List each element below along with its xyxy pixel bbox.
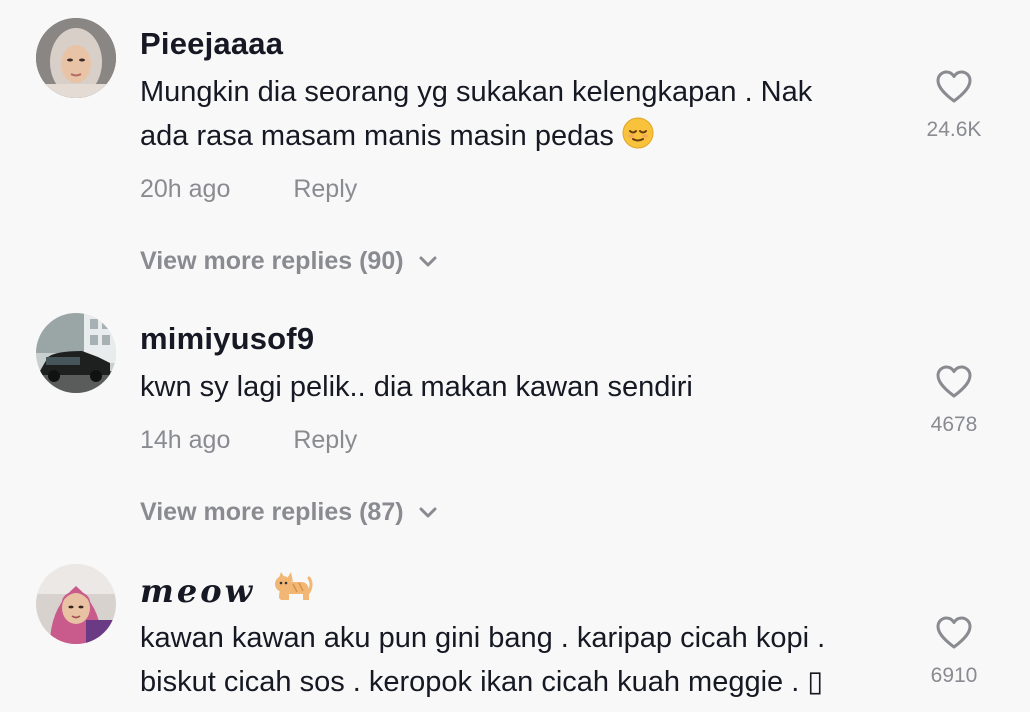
comment-username[interactable]: mimiyusof9 [140,321,314,357]
comment-username-label: meow [140,572,256,610]
comment-text-line: biskut cicah sos . keropok ikan cicah ku… [140,666,800,698]
comment-text-line-with-emoji: ada rasa masam manis masin pedas [140,114,900,162]
comment-meta: 20h ago Reply [140,175,357,204]
comment-username[interactable]: Pieejaaaa [140,26,283,62]
comment-text: kwn sy lagi pelik.. dia makan kawan send… [140,365,900,409]
comment-username[interactable]: meow [140,570,313,614]
relieved-face-emoji-icon [622,117,654,162]
chevron-down-icon [419,507,437,517]
comment-text-line: kawan kawan aku pun gini bang . karipap … [140,622,826,654]
like-count: 4678 [930,413,978,436]
comment-text-line: ada rasa masam manis masin pedas [140,120,614,152]
heart-icon [936,70,972,103]
comment-text-line: Mungkin dia seorang yg sukakan kelengkap… [140,76,813,108]
like-button[interactable]: 6910 [914,616,994,688]
missing-glyph: ▯ [807,666,824,698]
view-more-replies-button[interactable]: View more replies (90) [140,247,438,276]
avatar[interactable] [36,313,116,393]
comment-meta: 14h ago Reply [140,426,357,455]
heart-icon [936,365,972,398]
like-count: 6910 [930,664,978,687]
view-more-replies-button[interactable]: View more replies (87) [140,498,438,527]
like-button[interactable]: 24.6K [914,70,994,142]
comment-timestamp: 14h ago [140,426,231,454]
comment-text-line-with-glyph: biskut cicah sos . keropok ikan cicah ku… [140,660,900,704]
reply-button[interactable]: Reply [293,175,357,204]
comment-text-line: kwn sy lagi pelik.. dia makan kawan send… [140,371,693,403]
avatar-image [36,313,116,393]
avatar[interactable] [36,18,116,98]
avatar[interactable] [36,564,116,644]
like-count: 24.6K [926,118,982,141]
chevron-down-icon [419,256,437,266]
avatar-image [36,564,116,644]
cat-emoji-icon [273,570,313,614]
comment-text: kawan kawan aku pun gini bang . karipap … [140,616,900,704]
reply-button[interactable]: Reply [293,426,357,455]
heart-icon [936,616,972,649]
view-more-replies-label: View more replies (87) [140,498,404,526]
like-button[interactable]: 4678 [914,365,994,437]
avatar-image [36,18,116,98]
comment-timestamp: 20h ago [140,175,231,203]
comment-text: Mungkin dia seorang yg sukakan kelengkap… [140,70,900,162]
view-more-replies-label: View more replies (90) [140,247,404,275]
